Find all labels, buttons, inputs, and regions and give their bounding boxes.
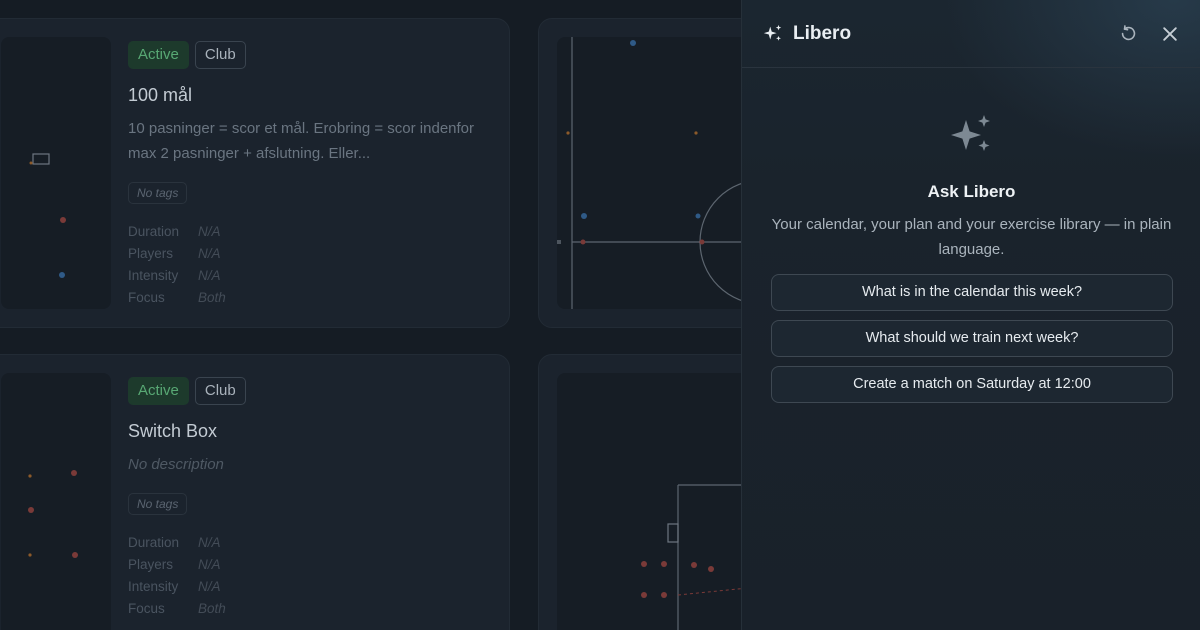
exercise-description: No description	[128, 456, 224, 473]
stat-label: Duration	[128, 534, 180, 550]
exercise-card[interactable]: Active Club Switch Box No description No…	[0, 354, 510, 630]
libero-panel: Libero Ask Libero Your calendar, your pl…	[741, 0, 1200, 630]
stat-value: N/A	[198, 556, 221, 572]
tags-chip: No tags	[128, 182, 188, 204]
stat-value: N/A	[198, 245, 221, 261]
stat-label: Intensity	[128, 267, 179, 283]
sparkles-icon	[948, 112, 996, 160]
stat-value: N/A	[198, 534, 221, 550]
assistant-subtitle: Your calendar, your plan and your exerci…	[771, 216, 1172, 258]
stat-label: Focus	[128, 600, 165, 616]
stat-value: N/A	[198, 578, 221, 594]
exercise-card[interactable]: Active Club 100 mål 10 pasninger = scor …	[0, 18, 510, 328]
exercise-diagram	[1, 37, 111, 309]
stat-value: N/A	[198, 267, 221, 283]
assistant-heading: Ask Libero	[927, 182, 1016, 201]
assistant-name: Libero	[793, 22, 852, 44]
stat-label: Intensity	[128, 578, 179, 594]
assistant-intro: Ask Libero Your calendar, your plan and …	[742, 112, 1200, 262]
stat-value: Both	[198, 289, 226, 305]
stat-value: Both	[198, 600, 226, 616]
refresh-icon[interactable]	[1117, 23, 1139, 45]
exercise-title: 100 mål	[128, 85, 193, 105]
status-badge: Active	[128, 41, 189, 69]
exercise-stats: Duration N/A Players N/A Intensity N/A Focu…	[128, 220, 488, 308]
close-icon[interactable]	[1159, 23, 1181, 45]
exercise-diagram	[1, 373, 111, 630]
exercise-description: 10 pasninger = scor et mål. Erobring = s…	[128, 120, 475, 162]
suggestion-list: What is in the calendar this week? What …	[771, 274, 1173, 412]
scope-badge: Club	[194, 377, 246, 405]
suggestion-button[interactable]: Create a match on Saturday at 12:00	[771, 366, 1173, 403]
exercise-title: Switch Box	[128, 421, 218, 441]
stat-label: Duration	[128, 223, 180, 239]
panel-header: Libero	[742, 0, 1200, 68]
suggestion-button[interactable]: What should we train next week?	[771, 320, 1173, 357]
sparkles-icon	[762, 23, 784, 45]
stat-label: Players	[128, 245, 174, 261]
scope-badge: Club	[194, 41, 246, 69]
exercise-stats: Duration N/A Players N/A Intensity N/A Focu…	[128, 531, 488, 619]
status-badge: Active	[128, 377, 189, 405]
tags-chip: No tags	[128, 493, 188, 515]
stat-value: N/A	[198, 223, 221, 239]
stat-label: Focus	[128, 289, 165, 305]
stat-label: Players	[128, 556, 174, 572]
suggestion-button[interactable]: What is in the calendar this week?	[771, 274, 1173, 311]
